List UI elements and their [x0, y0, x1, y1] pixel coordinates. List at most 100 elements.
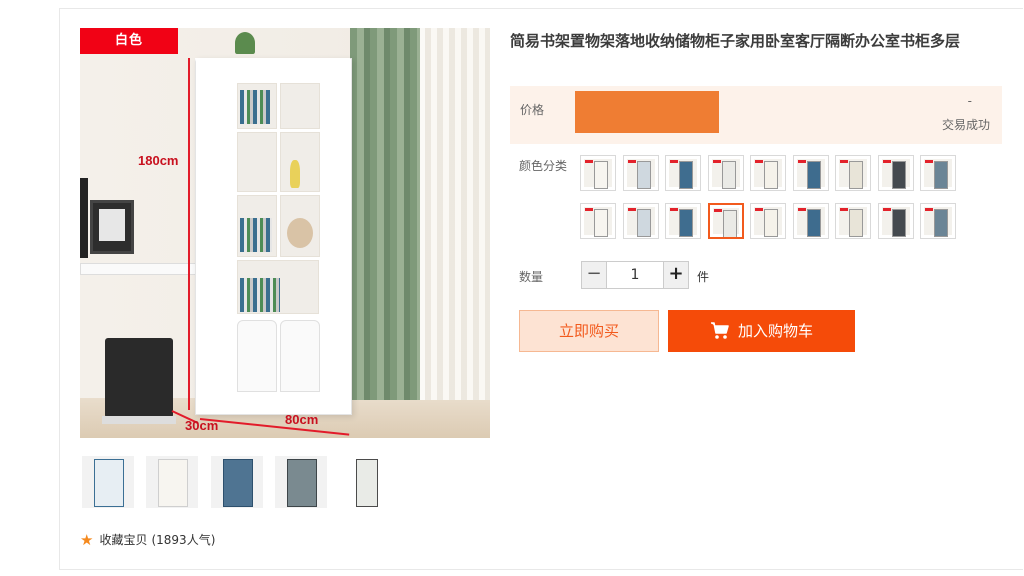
- color-swatch[interactable]: [750, 155, 786, 191]
- color-swatch[interactable]: [920, 155, 956, 191]
- star-icon: ★: [80, 530, 94, 549]
- dimension-height-label: 180cm: [138, 153, 179, 168]
- color-swatch[interactable]: [792, 155, 829, 191]
- swatch-tag: [797, 160, 806, 163]
- color-swatch[interactable]: [580, 203, 616, 239]
- color-swatch[interactable]: [707, 155, 744, 191]
- shelf-door: [237, 320, 277, 392]
- swatch-shelf: [891, 161, 906, 189]
- color-swatch[interactable]: [792, 203, 829, 239]
- quantity-increase-button[interactable]: +: [663, 261, 689, 289]
- image-monitor: [80, 178, 88, 258]
- color-swatch[interactable]: [580, 155, 616, 191]
- swatch-tag: [713, 209, 722, 212]
- swatch-tag: [840, 208, 848, 211]
- shelf-cell: [237, 132, 277, 192]
- swatch-shelf: [806, 161, 821, 189]
- color-swatch[interactable]: [835, 203, 871, 239]
- image-picture-frame: [90, 200, 134, 254]
- color-swatch[interactable]: [622, 203, 659, 239]
- dimension-depth-label: 30cm: [185, 418, 219, 433]
- swatch-tag: [712, 160, 721, 163]
- quantity-decrease-button[interactable]: −: [581, 261, 607, 289]
- swatch-tag: [627, 160, 636, 163]
- swatch-tag: [882, 160, 891, 163]
- shelf-cell: [280, 83, 320, 129]
- swatch-image: [881, 207, 910, 237]
- thumbnail-2[interactable]: [146, 456, 198, 508]
- swatch-shelf: [722, 210, 737, 237]
- swatch-shelf: [934, 161, 948, 189]
- price-value-redacted: [575, 91, 719, 133]
- swatch-image: [796, 159, 825, 189]
- sales-label: 交易成功: [941, 118, 990, 132]
- swatch-tag: [585, 208, 593, 211]
- image-sheer-curtain: [425, 28, 490, 400]
- add-to-cart-label: 加入购物车: [737, 322, 813, 340]
- swatch-tag: [585, 160, 593, 163]
- dimension-height-line: [188, 58, 190, 410]
- swatch-image: [796, 207, 825, 237]
- color-swatch[interactable]: [835, 155, 871, 191]
- price-box: 价格 - 交易成功: [510, 86, 1002, 144]
- thumbnail-3[interactable]: [211, 456, 263, 508]
- thumbnail-4[interactable]: [275, 456, 327, 508]
- quantity-unit: 件: [697, 270, 710, 284]
- swatch-tag: [925, 160, 933, 163]
- swatch-shelf: [806, 209, 821, 237]
- color-swatch[interactable]: [920, 203, 956, 239]
- color-swatch[interactable]: [877, 155, 914, 191]
- swatch-image: [754, 207, 782, 237]
- swatch-tag: [882, 208, 891, 211]
- add-to-cart-button[interactable]: 加入购物车: [668, 310, 855, 352]
- thumbnail-image: [223, 459, 253, 507]
- sales-count: -: [967, 94, 972, 108]
- price-label: 价格: [520, 103, 545, 117]
- color-swatch[interactable]: [750, 203, 786, 239]
- swatch-image: [669, 159, 697, 189]
- color-label: 颜色分类: [519, 159, 568, 173]
- swatch-image: [924, 207, 952, 237]
- image-books: [240, 218, 272, 252]
- swatch-image: [839, 207, 867, 237]
- swatch-image: [626, 207, 655, 237]
- swatch-tag: [670, 160, 678, 163]
- thumbnail-image: [287, 459, 317, 507]
- swatch-shelf: [594, 161, 608, 189]
- cart-icon: [710, 322, 729, 339]
- swatch-image: [584, 159, 612, 189]
- image-curtain: [350, 28, 420, 400]
- quantity-stepper: − +: [581, 261, 689, 289]
- swatch-image: [839, 159, 867, 189]
- thumbnail-5[interactable]: [340, 456, 392, 508]
- image-bookshelf-crown: [195, 58, 350, 76]
- favorite-link[interactable]: ★ 收藏宝贝 (1893人气): [80, 531, 215, 548]
- swatch-tag: [840, 160, 848, 163]
- swatch-image: [924, 159, 952, 189]
- buy-now-button[interactable]: 立即购买: [519, 310, 659, 352]
- swatch-image: [712, 208, 739, 237]
- quantity-input[interactable]: [607, 261, 663, 289]
- color-swatch[interactable]: [877, 203, 914, 239]
- swatch-shelf: [764, 209, 778, 237]
- swatch-tag: [755, 160, 763, 163]
- swatch-image: [626, 159, 655, 189]
- swatch-tag: [755, 208, 763, 211]
- color-swatch[interactable]: [707, 203, 744, 239]
- main-product-image[interactable]: 180cm 30cm 80cm 白色: [80, 28, 490, 438]
- swatch-tag: [670, 208, 678, 211]
- favorite-count: (1893人气): [151, 533, 216, 547]
- favorite-label: 收藏宝贝: [99, 533, 148, 547]
- swatch-shelf: [679, 209, 693, 237]
- thumbnail-1[interactable]: [82, 456, 134, 508]
- swatch-shelf: [891, 209, 906, 237]
- shelf-cell: [280, 132, 320, 192]
- swatch-image: [754, 159, 782, 189]
- image-plant: [235, 32, 255, 54]
- swatch-shelf: [849, 209, 863, 237]
- dimension-width-label: 80cm: [285, 412, 319, 427]
- color-swatch[interactable]: [622, 155, 659, 191]
- color-swatch[interactable]: [665, 155, 701, 191]
- swatch-shelf: [849, 161, 863, 189]
- color-swatch[interactable]: [665, 203, 701, 239]
